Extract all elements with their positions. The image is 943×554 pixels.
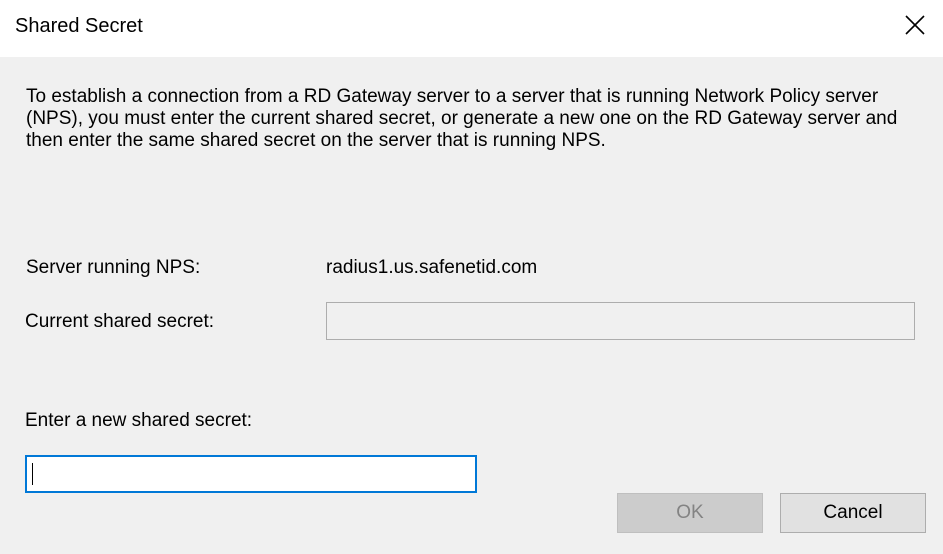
new-secret-input[interactable] (25, 455, 477, 493)
server-value: radius1.us.safenetid.com (326, 257, 538, 278)
server-label: Server running NPS: (26, 257, 201, 278)
title-bar: Shared Secret (0, 0, 943, 57)
new-secret-label: Enter a new shared secret: (25, 410, 253, 431)
close-icon (905, 15, 925, 35)
description-text: To establish a connection from a RD Gate… (26, 86, 898, 151)
current-secret-field (326, 302, 915, 340)
close-button[interactable] (887, 0, 943, 56)
current-secret-label: Current shared secret: (25, 311, 215, 332)
dialog-title: Shared Secret (15, 15, 143, 37)
ok-button[interactable]: OK (617, 493, 763, 533)
text-caret (32, 463, 33, 485)
shared-secret-dialog: Shared Secret To establish a connection … (0, 0, 943, 554)
cancel-button[interactable]: Cancel (780, 493, 926, 533)
